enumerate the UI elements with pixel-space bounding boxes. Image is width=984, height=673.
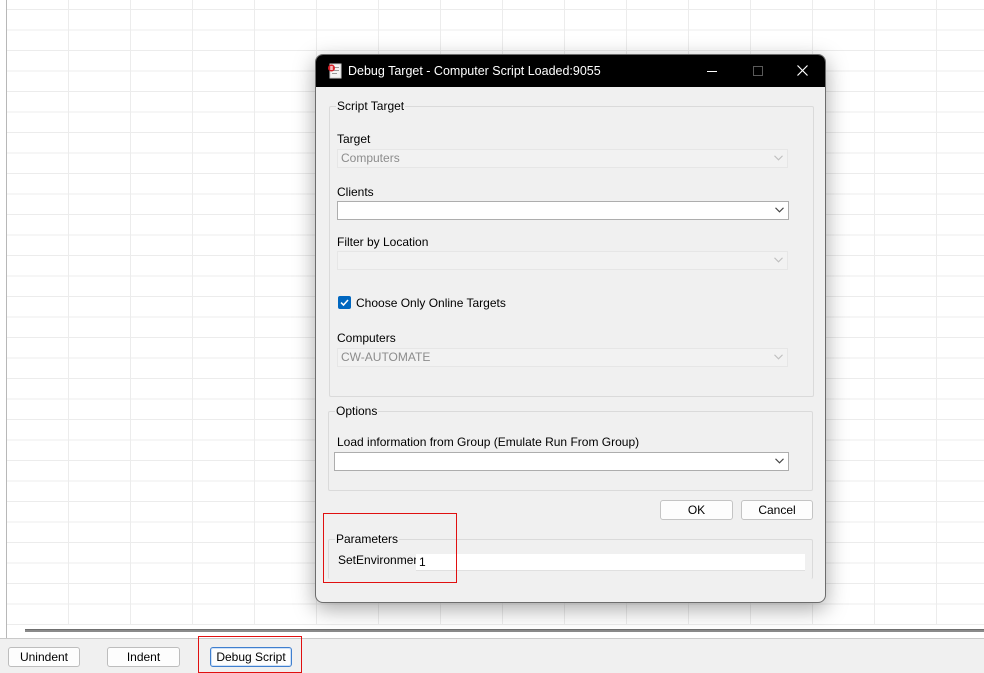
options-group-label: Options	[335, 404, 379, 418]
script-icon	[328, 63, 342, 79]
filter-location-label: Filter by Location	[337, 235, 429, 249]
ok-button[interactable]: OK	[660, 500, 733, 520]
clients-label: Clients	[337, 185, 374, 199]
parameter-value: 1	[419, 555, 426, 569]
target-value: Computers	[341, 151, 400, 165]
parameters-group-label: Parameters	[335, 532, 400, 546]
horizontal-scrollbar[interactable]	[25, 629, 984, 632]
chevron-down-icon	[775, 458, 784, 464]
cancel-label: Cancel	[758, 503, 796, 517]
computers-dropdown: CW-AUTOMATE	[337, 348, 788, 367]
target-label: Target	[337, 132, 371, 146]
computers-label: Computers	[337, 331, 396, 345]
cancel-button[interactable]: Cancel	[741, 500, 813, 520]
debug-script-label: Debug Script	[216, 650, 286, 664]
checkmark-icon	[340, 299, 349, 307]
chevron-down-icon	[774, 155, 783, 161]
dialog-titlebar[interactable]: Debug Target - Computer Script Loaded:90…	[316, 55, 825, 87]
options-group	[328, 411, 813, 491]
load-group-dropdown[interactable]	[334, 452, 789, 471]
chevron-down-icon	[774, 257, 783, 263]
online-targets-checkbox[interactable]	[338, 296, 351, 309]
target-dropdown: Computers	[337, 149, 788, 168]
maximize-icon	[735, 55, 781, 87]
dialog-title: Debug Target - Computer Script Loaded:90…	[348, 64, 601, 78]
close-icon[interactable]	[779, 55, 825, 87]
minimize-icon[interactable]	[689, 55, 735, 87]
chevron-down-icon	[774, 354, 783, 360]
ok-label: OK	[687, 503, 706, 517]
parameter-value-input[interactable]: 1	[416, 554, 805, 571]
indent-label: Indent	[126, 650, 161, 664]
debug-target-dialog: Debug Target - Computer Script Loaded:90…	[315, 54, 826, 603]
unindent-label: Unindent	[19, 650, 69, 664]
debug-script-button[interactable]: Debug Script	[210, 647, 292, 667]
filter-location-dropdown	[337, 251, 788, 270]
script-target-group-label: Script Target	[336, 99, 406, 113]
computers-value: CW-AUTOMATE	[341, 350, 431, 364]
clients-dropdown[interactable]	[337, 201, 789, 220]
chevron-down-icon	[775, 207, 784, 213]
indent-button[interactable]: Indent	[107, 647, 180, 667]
unindent-button[interactable]: Unindent	[8, 647, 80, 667]
parameter-name: SetEnvironment	[338, 553, 424, 567]
load-group-label: Load information from Group (Emulate Run…	[337, 435, 640, 449]
online-targets-label[interactable]: Choose Only Online Targets	[356, 296, 506, 310]
